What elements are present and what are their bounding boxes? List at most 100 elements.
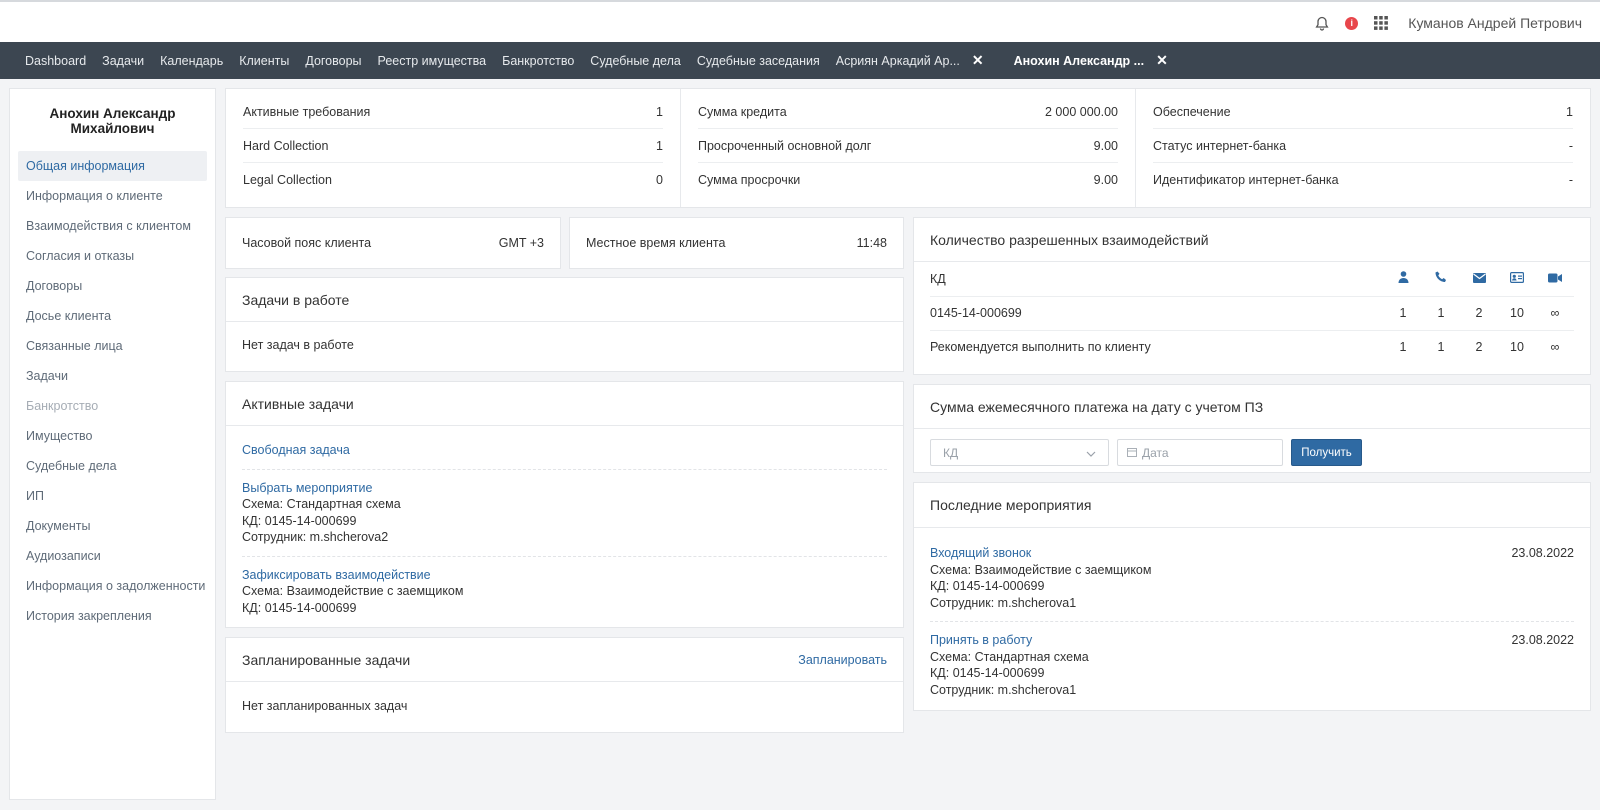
stat-value: 1 (656, 138, 663, 153)
contract-select[interactable]: КД (930, 439, 1109, 466)
task-detail: КД: 0145-14-000699 (242, 600, 357, 615)
task-link[interactable]: Свободная задача (242, 442, 887, 459)
stat-row: Сумма просрочки 9.00 (698, 163, 1118, 197)
stat-row: Legal Collection 0 (243, 163, 663, 197)
stat-row: Сумма кредита 2 000 000.00 (698, 95, 1118, 129)
close-active-tab-icon[interactable]: ✕ (1156, 52, 1168, 69)
sidebar-item-ip[interactable]: ИП (18, 481, 207, 511)
nav-dashboard[interactable]: Dashboard (17, 54, 94, 68)
event-item: Входящий звонок 23.08.2022 Схема: Взаимо… (930, 535, 1574, 622)
alert-icon[interactable]: i (1345, 16, 1359, 30)
event-link[interactable]: Входящий звонок (930, 545, 1031, 562)
stat-label: Статус интернет-банка (1153, 138, 1287, 153)
schedule-link[interactable]: Запланировать (798, 653, 887, 667)
row-label: 0145-14-000699 (930, 296, 1384, 331)
stat-value: 1 (656, 104, 663, 119)
sidebar-item-client-info[interactable]: Информация о клиенте (18, 181, 207, 211)
local-time-value: 11:48 (856, 236, 887, 250)
table-row: Рекомендуется выполнить по клиенту 1 1 2… (930, 330, 1574, 364)
task-link[interactable]: Зафиксировать взаимодействие (242, 567, 887, 584)
stat-row: Статус интернет-банка - (1153, 129, 1573, 163)
nav-contracts[interactable]: Договоры (297, 54, 369, 68)
sidebar-item-documents[interactable]: Документы (18, 511, 207, 541)
interactions-table: КД 0145-14-000699 1 1 2 10 ∞ Рекомендует… (930, 262, 1574, 364)
event-detail: Схема: Стандартная схема (930, 649, 1089, 664)
count-cell: 2 (1475, 340, 1483, 355)
stat-value: 2 000 000.00 (1045, 104, 1118, 119)
select-placeholder: КД (943, 445, 959, 460)
stat-label: Активные требования (243, 104, 371, 119)
sidebar-item-general-info[interactable]: Общая информация (18, 151, 207, 181)
sidebar-item-audio[interactable]: Аудиозаписи (18, 541, 207, 571)
top-bar: i Куманов Андрей Петрович (0, 0, 1600, 42)
stats-column: Активные требования 1 Hard Collection 1 Le… (226, 89, 681, 207)
count-cell: 1 (1384, 296, 1422, 331)
active-tasks-card: Активные задачи Свободная задача Выбрать… (225, 381, 904, 628)
event-detail: Схема: Взаимодействие с заемщиком (930, 562, 1152, 577)
get-payment-button[interactable]: Получить (1291, 439, 1362, 466)
task-detail: Схема: Взаимодействие с заемщиком (242, 584, 464, 598)
envelope-icon (1472, 272, 1486, 286)
card-title: Активные задачи (242, 395, 354, 412)
count-cell: 1 (1437, 340, 1445, 355)
nav-court-hearings[interactable]: Судебные заседания (689, 54, 828, 68)
monthly-payment-card: Сумма ежемесячного платежа на дату с уче… (913, 384, 1591, 473)
task-item: Свободная задача (242, 432, 887, 470)
stat-value: 1 (1566, 104, 1573, 119)
date-placeholder: Дата (1142, 445, 1169, 460)
sidebar-item-tasks[interactable]: Задачи (18, 361, 207, 391)
sidebar-item-related-persons[interactable]: Связанные лица (18, 331, 207, 361)
timezone-value: GMT +3 (498, 236, 544, 250)
sidebar-item-assignment-history[interactable]: История закрепления (18, 601, 207, 631)
user-name[interactable]: Куманов Андрей Петрович (1408, 15, 1582, 31)
nav-clients[interactable]: Клиенты (231, 54, 297, 68)
stat-value: 9.00 (1093, 173, 1118, 187)
sidebar-item-interactions[interactable]: Взаимодействия с клиентом (18, 211, 207, 241)
task-link[interactable]: Выбрать мероприятие (242, 480, 887, 497)
id-card-icon (1510, 272, 1525, 286)
date-input[interactable]: Дата (1117, 439, 1283, 466)
stat-label: Legal Collection (243, 173, 332, 187)
nav-tasks[interactable]: Задачи (94, 54, 152, 68)
nav-tab-client-anokhin[interactable]: Анохин Александр ... (1006, 54, 1152, 68)
stat-label: Сумма просрочки (698, 173, 801, 187)
nav-bankruptcy[interactable]: Банкротство (494, 54, 582, 68)
nav-property-registry[interactable]: Реестр имущества (370, 54, 495, 68)
sidebar-item-contracts[interactable]: Договоры (18, 271, 207, 301)
stat-row: Просроченный основной долг 9.00 (698, 129, 1118, 163)
count-cell: 1 (1399, 340, 1407, 355)
main-nav: Dashboard Задачи Календарь Клиенты Догов… (0, 42, 1600, 79)
client-name: Анохин Александр Михайлович (49, 106, 176, 136)
sidebar-item-dossier[interactable]: Досье клиента (18, 301, 207, 331)
summary-stats-card: Активные требования 1 Hard Collection 1 Le… (225, 88, 1591, 208)
task-item: Выбрать мероприятие Схема: Стандартная с… (242, 470, 887, 557)
sidebar-item-bankruptcy: Банкротство (26, 399, 99, 413)
nav-court-cases[interactable]: Судебные дела (582, 54, 689, 68)
event-link[interactable]: Принять в работу (930, 632, 1032, 649)
event-date: 23.08.2022 (1511, 546, 1574, 560)
stat-row: Hard Collection 1 (243, 129, 663, 163)
count-cell: ∞ (1536, 296, 1574, 331)
card-title: Количество разрешенных взаимодействий (930, 231, 1209, 248)
bell-icon[interactable] (1313, 14, 1331, 32)
sidebar-item-consents[interactable]: Согласия и отказы (18, 241, 207, 271)
count-cell: 10 (1510, 340, 1524, 355)
card-title: Задачи в работе (242, 291, 350, 308)
allowed-interactions-card: Количество разрешенных взаимодействий КД… (913, 217, 1591, 375)
planned-tasks-card: Запланированные задачи Запланировать Нет… (225, 637, 904, 733)
nav-calendar[interactable]: Календарь (152, 54, 231, 68)
sidebar-item-property[interactable]: Имущество (18, 421, 207, 451)
nav-tab-client-asriyan[interactable]: Асриян Аркадий Ар... (828, 54, 968, 68)
task-item: Зафиксировать взаимодействие Схема: Взаи… (242, 557, 887, 627)
stat-value: 9.00 (1093, 138, 1118, 153)
sidebar-item-debt-info[interactable]: Информация о задолженности (18, 571, 207, 601)
sidebar-menu: Общая информация Информация о клиенте Вз… (10, 151, 215, 631)
apps-grid-icon[interactable] (1372, 14, 1390, 32)
sidebar-item-court-cases[interactable]: Судебные дела (18, 451, 207, 481)
top-bar-actions: i Куманов Андрей Петрович (1313, 2, 1582, 44)
tasks-in-work-card: Задачи в работе Нет задач в работе (225, 277, 904, 372)
close-tab-icon[interactable]: ✕ (972, 52, 984, 69)
event-item: Принять в работу 23.08.2022 Схема: Станд… (930, 622, 1574, 708)
empty-state-text: Нет задач в работе (242, 338, 354, 352)
stats-column: Сумма кредита 2 000 000.00 Просроченный о… (681, 89, 1136, 207)
